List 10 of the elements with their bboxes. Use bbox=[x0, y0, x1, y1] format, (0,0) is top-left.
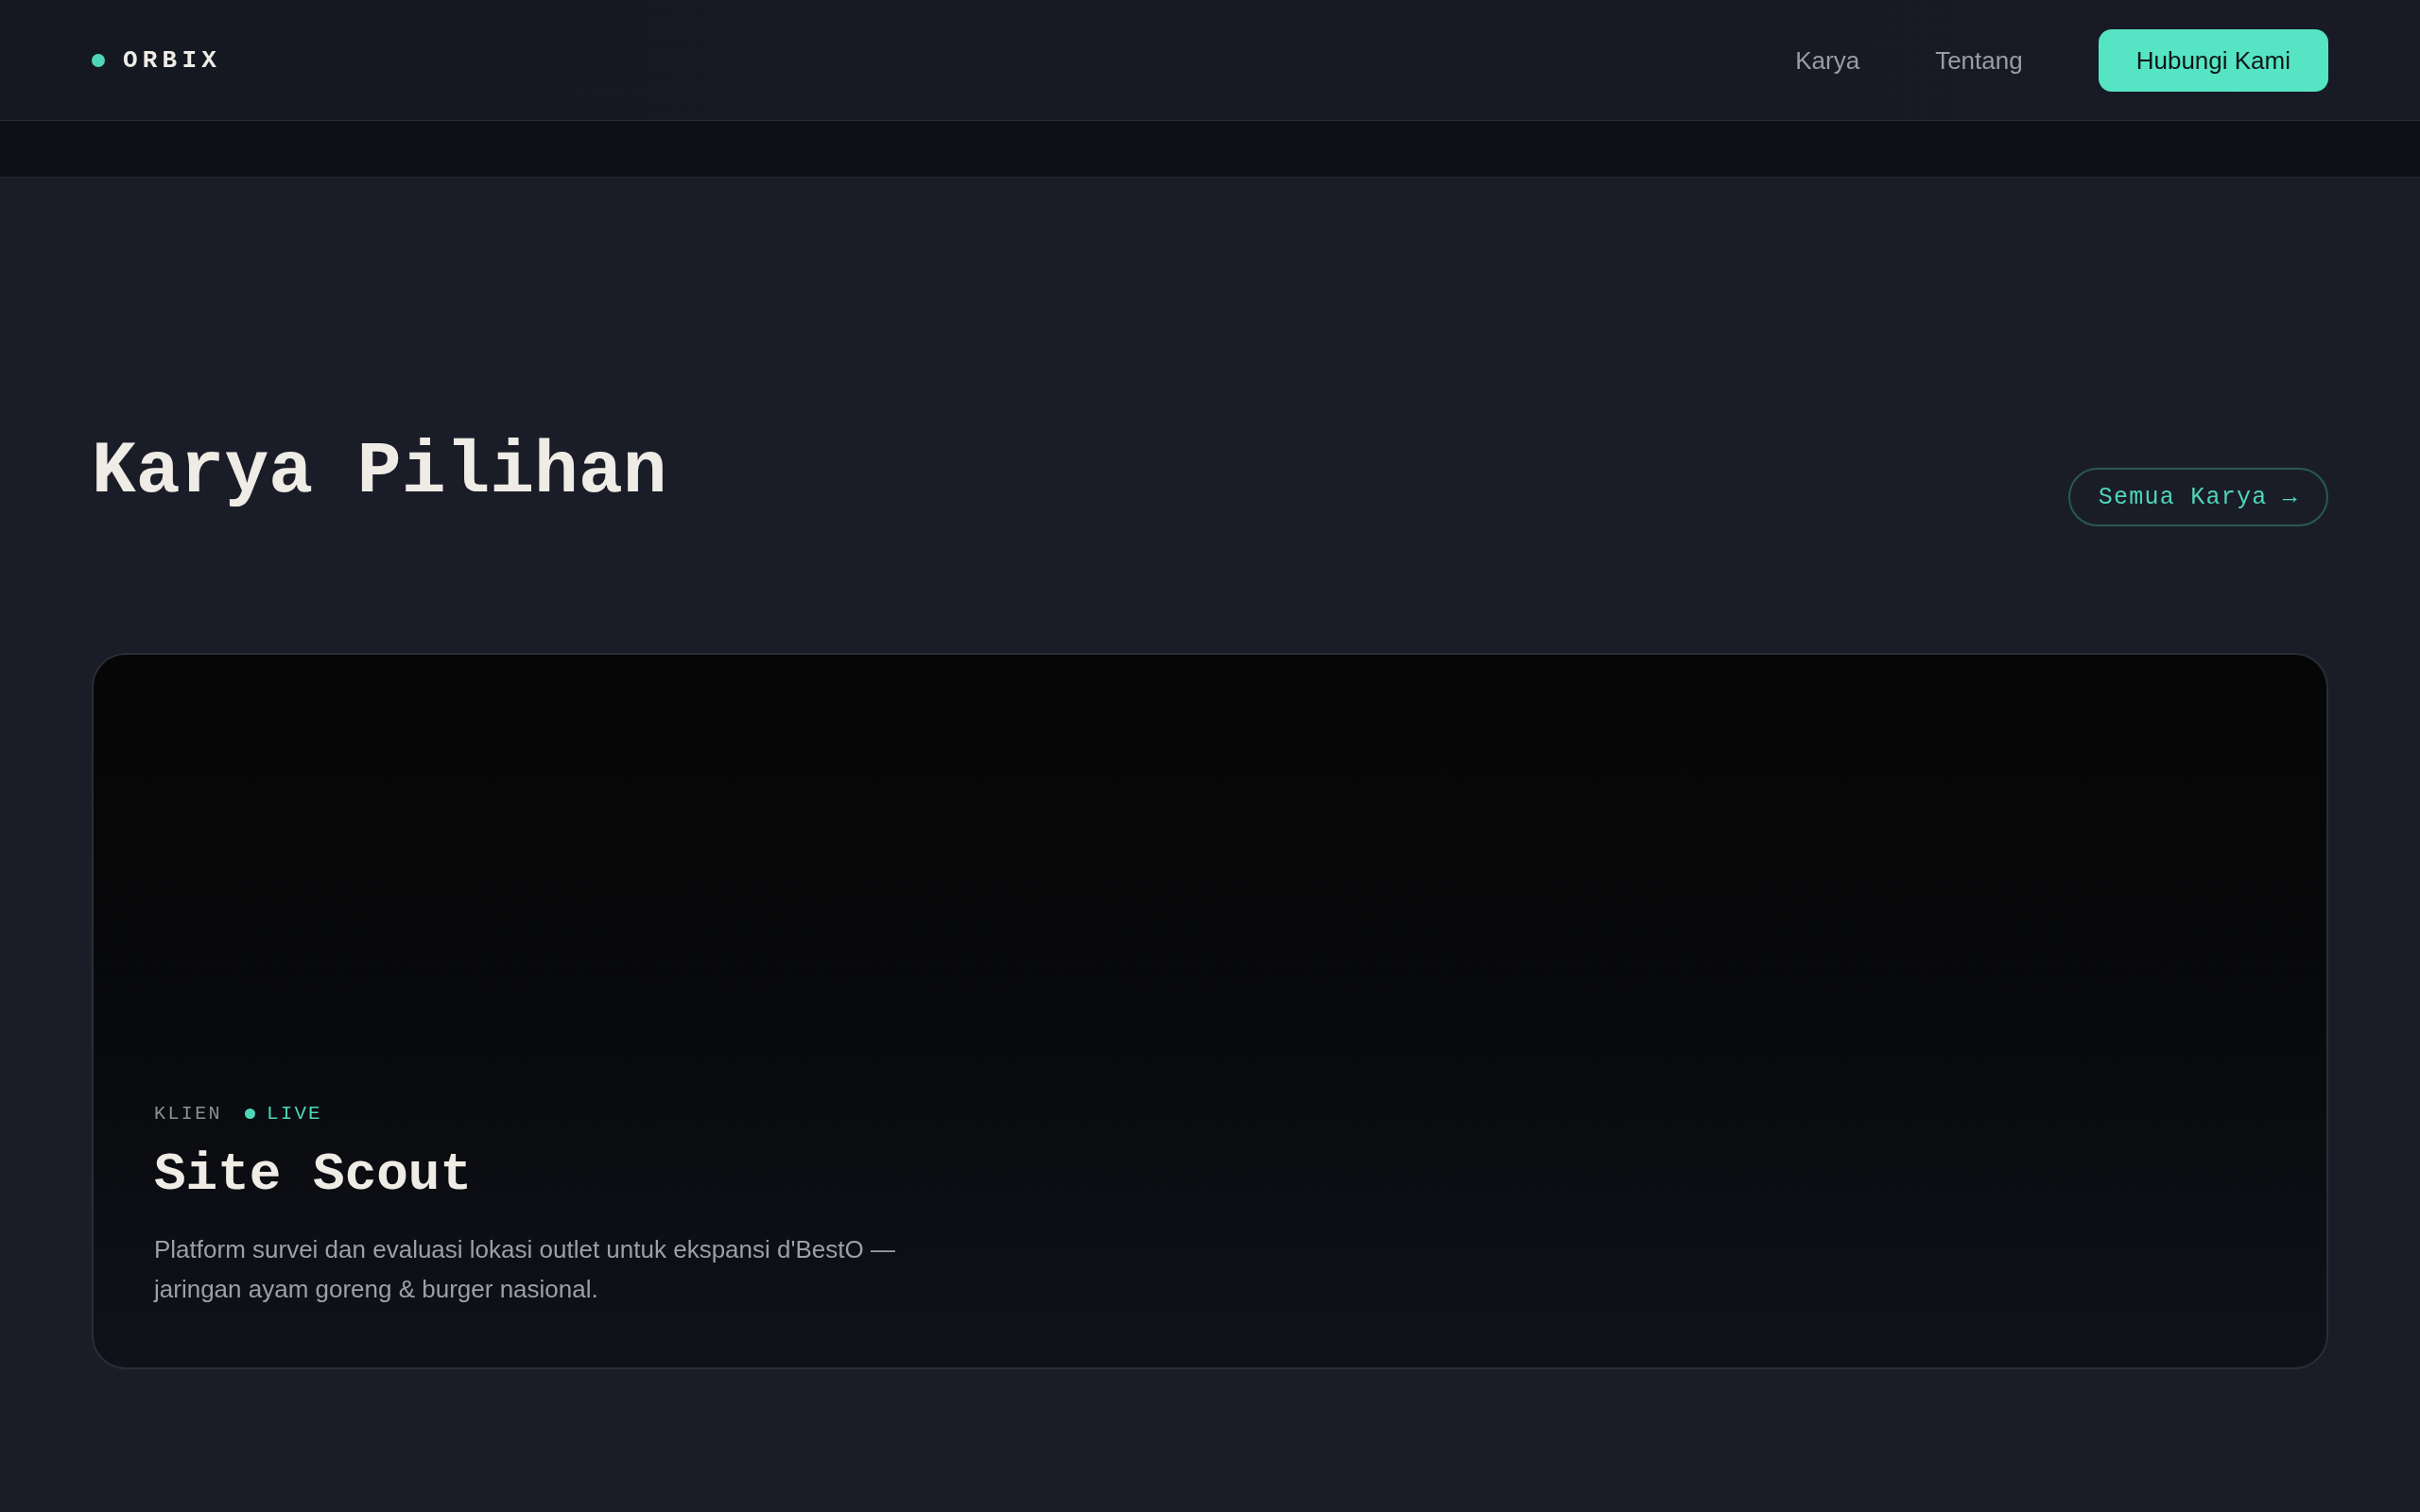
project-title: Site Scout bbox=[154, 1148, 473, 1201]
all-works-link[interactable]: Semua Karya → bbox=[2067, 468, 2328, 526]
contact-button[interactable]: Hubungi Kami bbox=[2098, 28, 2328, 92]
section-title: Karya Pilihan bbox=[92, 435, 667, 508]
project-description: Platform survei dan evaluasi lokasi outlet untuk ekspansi d'BestO — jaringan ayam goreng & burger nasional. bbox=[154, 1234, 896, 1305]
nav-link[interactable]: Tentang bbox=[1935, 47, 2023, 73]
status-label: LIVE bbox=[267, 1104, 322, 1124]
logo-text[interactable]: ORBIX bbox=[123, 47, 221, 73]
client-label: KLIEN bbox=[154, 1104, 222, 1124]
nav-link[interactable]: Karya bbox=[1795, 47, 1860, 73]
